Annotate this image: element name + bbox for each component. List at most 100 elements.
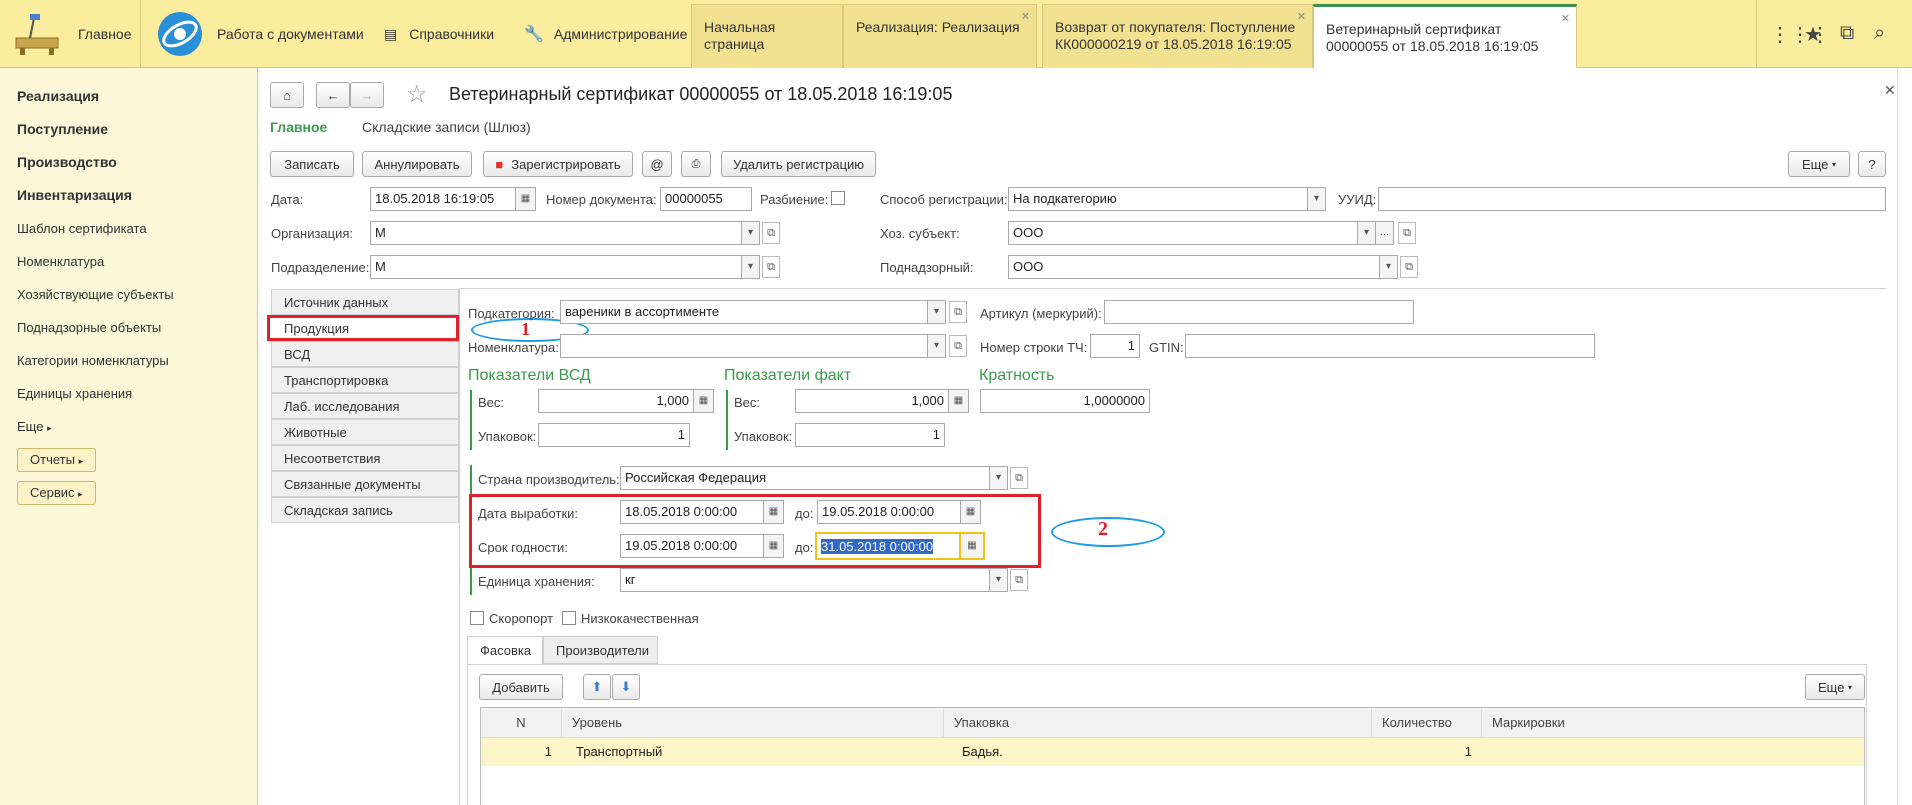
- service-button[interactable]: Сервис ▸: [17, 481, 96, 505]
- write-button[interactable]: Записать: [270, 151, 354, 177]
- article-field[interactable]: [1104, 300, 1414, 324]
- fact-packs-field[interactable]: 1: [795, 423, 945, 447]
- tab-producers[interactable]: Производители: [543, 636, 658, 664]
- tab-vsd[interactable]: ВСД: [271, 341, 459, 367]
- gtin-field[interactable]: [1185, 334, 1595, 358]
- move-up-button[interactable]: ⬆: [583, 674, 611, 700]
- subcat-field[interactable]: вареники в ассортименте: [560, 300, 928, 324]
- more-button[interactable]: Еще ▾: [1788, 151, 1850, 177]
- reference-section[interactable]: ▤ Справочники: [384, 0, 494, 68]
- uuid-field[interactable]: [1378, 187, 1886, 211]
- help-button[interactable]: ?: [1858, 151, 1886, 177]
- column-header-marks[interactable]: Маркировки: [1482, 708, 1864, 738]
- sidebar-item-nomenclature[interactable]: Номенклатура: [17, 254, 104, 269]
- lowquality-checkbox[interactable]: [562, 611, 576, 625]
- packing-more-button[interactable]: Еще ▾: [1805, 674, 1865, 700]
- tab-nonconformities[interactable]: Несоответствия: [271, 445, 459, 471]
- fact-weight-field[interactable]: 1,000: [795, 389, 949, 413]
- tab-sales[interactable]: Реализация: Реализация ✕: [843, 4, 1037, 68]
- sidebar-item-production[interactable]: Производство: [17, 154, 117, 170]
- sidebar-item-receipts[interactable]: Поступление: [17, 121, 108, 137]
- ellipsis-icon[interactable]: …: [1376, 221, 1394, 245]
- forward-button[interactable]: →: [350, 82, 384, 108]
- tab-store-record[interactable]: Складская запись: [271, 497, 459, 523]
- regmethod-select[interactable]: На подкатегорию: [1008, 187, 1308, 211]
- sidebar-item-more[interactable]: Еще ▸: [17, 419, 52, 434]
- vsd-weight-field[interactable]: 1,000: [538, 389, 694, 413]
- sidebar-item-inventory[interactable]: Инвентаризация: [17, 187, 132, 203]
- close-icon[interactable]: ✕: [1561, 11, 1570, 28]
- home-section[interactable]: Главное: [12, 0, 142, 68]
- tab-vet-certificate[interactable]: Ветеринарный сертификат 00000055 от 18.0…: [1313, 4, 1577, 68]
- close-icon[interactable]: ✕: [1021, 9, 1030, 26]
- tab-lab-tests[interactable]: Лаб. исследования: [271, 393, 459, 419]
- unit-field[interactable]: кг: [620, 568, 990, 592]
- tab-return[interactable]: Возврат от покупателя: Поступление КК000…: [1042, 4, 1313, 68]
- chevron-down-icon[interactable]: ▾: [742, 221, 760, 245]
- star-icon[interactable]: ★: [1804, 22, 1822, 47]
- reports-button[interactable]: Отчеты ▸: [17, 448, 97, 472]
- register-button[interactable]: ■ Зарегистрировать: [483, 151, 633, 177]
- column-header-pack[interactable]: Упаковка: [944, 708, 1372, 738]
- close-form-icon[interactable]: ✕: [1884, 82, 1896, 99]
- subnav-store-records[interactable]: Складские записи (Шлюз): [362, 119, 531, 135]
- open-icon[interactable]: ⧉: [762, 256, 780, 278]
- multiplicity-field[interactable]: 1,0000000: [980, 389, 1150, 413]
- column-header-n[interactable]: N: [481, 708, 562, 738]
- open-icon[interactable]: ⧉: [1010, 569, 1028, 591]
- tab-related-docs[interactable]: Связанные документы: [271, 471, 459, 497]
- dept-field[interactable]: М: [370, 255, 742, 279]
- split-checkbox[interactable]: [831, 191, 845, 205]
- email-button[interactable]: @: [642, 151, 672, 177]
- open-icon[interactable]: ⧉: [1010, 467, 1028, 489]
- star-outline-icon[interactable]: ☆: [406, 80, 428, 109]
- open-icon[interactable]: ⧉: [949, 335, 967, 357]
- sidebar-item-units[interactable]: Единицы хранения: [17, 386, 132, 401]
- nomen-field[interactable]: [560, 334, 928, 358]
- calculator-icon[interactable]: ▦: [949, 389, 969, 413]
- open-icon[interactable]: ⧉: [1400, 256, 1418, 278]
- chevron-down-icon[interactable]: ▾: [990, 466, 1008, 490]
- entity-field[interactable]: ООО: [1008, 221, 1358, 245]
- sidebar-item-sales[interactable]: Реализация: [17, 88, 99, 104]
- sidebar-item-categories[interactable]: Категории номенклатуры: [17, 353, 169, 368]
- print-button[interactable]: ⎙: [681, 151, 711, 177]
- scrollbar[interactable]: [1897, 68, 1912, 805]
- delete-registration-button[interactable]: Удалить регистрацию: [721, 151, 876, 177]
- date-field[interactable]: 18.05.2018 16:19:05: [370, 187, 516, 211]
- tab-packing[interactable]: Фасовка: [467, 636, 543, 664]
- chevron-down-icon[interactable]: ▾: [990, 568, 1008, 592]
- cancel-doc-button[interactable]: Аннулировать: [362, 151, 472, 177]
- sidebar-item-template[interactable]: Шаблон сертификата: [17, 221, 147, 236]
- tab-data-source[interactable]: Источник данных: [271, 289, 459, 315]
- chevron-down-icon[interactable]: ▾: [1358, 221, 1376, 245]
- open-icon[interactable]: ⧉: [949, 301, 967, 323]
- open-icon[interactable]: ⧉: [1398, 222, 1416, 244]
- back-button[interactable]: ←: [316, 82, 350, 108]
- calculator-icon[interactable]: ▦: [694, 389, 714, 413]
- chevron-down-icon[interactable]: ▾: [1308, 187, 1326, 211]
- column-header-level[interactable]: Уровень: [562, 708, 944, 738]
- history-icon[interactable]: ⧉: [1840, 22, 1854, 45]
- add-button[interactable]: Добавить: [479, 674, 563, 700]
- supervised-field[interactable]: ООО: [1008, 255, 1380, 279]
- chevron-down-icon[interactable]: ▾: [742, 255, 760, 279]
- subnav-main[interactable]: Главное: [270, 119, 327, 135]
- sidebar-item-supervised[interactable]: Поднадзорные объекты: [17, 320, 161, 335]
- rownum-field[interactable]: 1: [1090, 334, 1140, 358]
- org-field[interactable]: М: [370, 221, 742, 245]
- column-header-qty[interactable]: Количество: [1372, 708, 1482, 738]
- tab-transport[interactable]: Транспортировка: [271, 367, 459, 393]
- calendar-icon[interactable]: ▦: [516, 187, 536, 211]
- chevron-down-icon[interactable]: ▾: [928, 334, 946, 358]
- country-field[interactable]: Российская Федерация: [620, 466, 990, 490]
- tab-animals[interactable]: Животные: [271, 419, 459, 445]
- docnum-field[interactable]: 00000055: [660, 187, 752, 211]
- home-button[interactable]: ⌂: [270, 82, 304, 108]
- chevron-down-icon[interactable]: ▾: [1380, 255, 1398, 279]
- close-icon[interactable]: ✕: [1297, 9, 1306, 26]
- move-down-button[interactable]: ⬇: [612, 674, 640, 700]
- sidebar-item-entities[interactable]: Хозяйствующие субъекты: [17, 287, 174, 302]
- search-icon[interactable]: ⌕: [1874, 22, 1885, 45]
- open-icon[interactable]: ⧉: [762, 222, 780, 244]
